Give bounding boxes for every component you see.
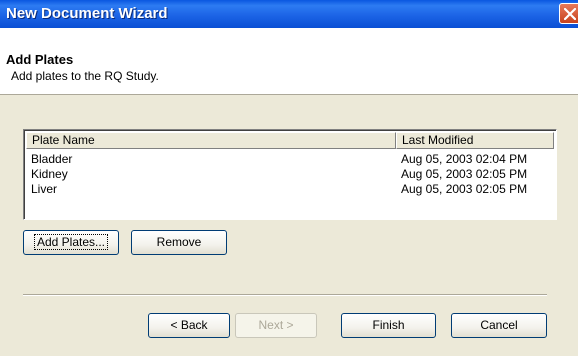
plate-name-cell: Liver [31, 182, 58, 196]
remove-label: Remove [156, 235, 202, 249]
finish-button[interactable]: Finish [341, 313, 436, 338]
last-modified-cell: Aug 05, 2003 02:05 PM [401, 167, 528, 181]
close-button[interactable] [559, 3, 578, 24]
page-title: Add Plates [6, 52, 74, 67]
cancel-label: Cancel [480, 318, 518, 332]
plate-name-cell: Kidney [31, 167, 68, 181]
next-button[interactable]: Next > [235, 313, 317, 338]
column-header-plate-name[interactable]: Plate Name [26, 132, 396, 149]
column-header-last-modified[interactable]: Last Modified [396, 132, 554, 149]
close-icon [564, 8, 576, 20]
wizard-header: Add Plates Add plates to the RQ Study. [0, 28, 578, 94]
title-bar: New Document Wizard [0, 0, 578, 28]
plate-name-cell: Bladder [31, 152, 73, 166]
remove-button[interactable]: Remove [131, 230, 227, 255]
last-modified-cell: Aug 05, 2003 02:04 PM [401, 152, 528, 166]
add-plates-button[interactable]: Add Plates... [23, 230, 119, 255]
back-label: < Back [170, 318, 208, 332]
footer-divider [23, 294, 547, 296]
page-subtitle: Add plates to the RQ Study. [11, 69, 159, 83]
next-label: Next > [258, 318, 294, 332]
window-title: New Document Wizard [6, 5, 168, 22]
list-header: Plate Name Last Modified [26, 132, 554, 150]
last-modified-cell: Aug 05, 2003 02:05 PM [401, 182, 528, 196]
list-row[interactable]: Kidney Aug 05, 2003 02:05 PM [26, 167, 554, 182]
back-button[interactable]: < Back [148, 313, 230, 338]
add-plates-label: Add Plates... [33, 234, 109, 250]
plates-list[interactable]: Plate Name Last Modified Bladder Aug 05,… [23, 129, 557, 220]
finish-label: Finish [372, 318, 405, 332]
list-row[interactable]: Liver Aug 05, 2003 02:05 PM [26, 182, 554, 197]
list-row[interactable]: Bladder Aug 05, 2003 02:04 PM [26, 152, 554, 167]
cancel-button[interactable]: Cancel [451, 313, 547, 338]
